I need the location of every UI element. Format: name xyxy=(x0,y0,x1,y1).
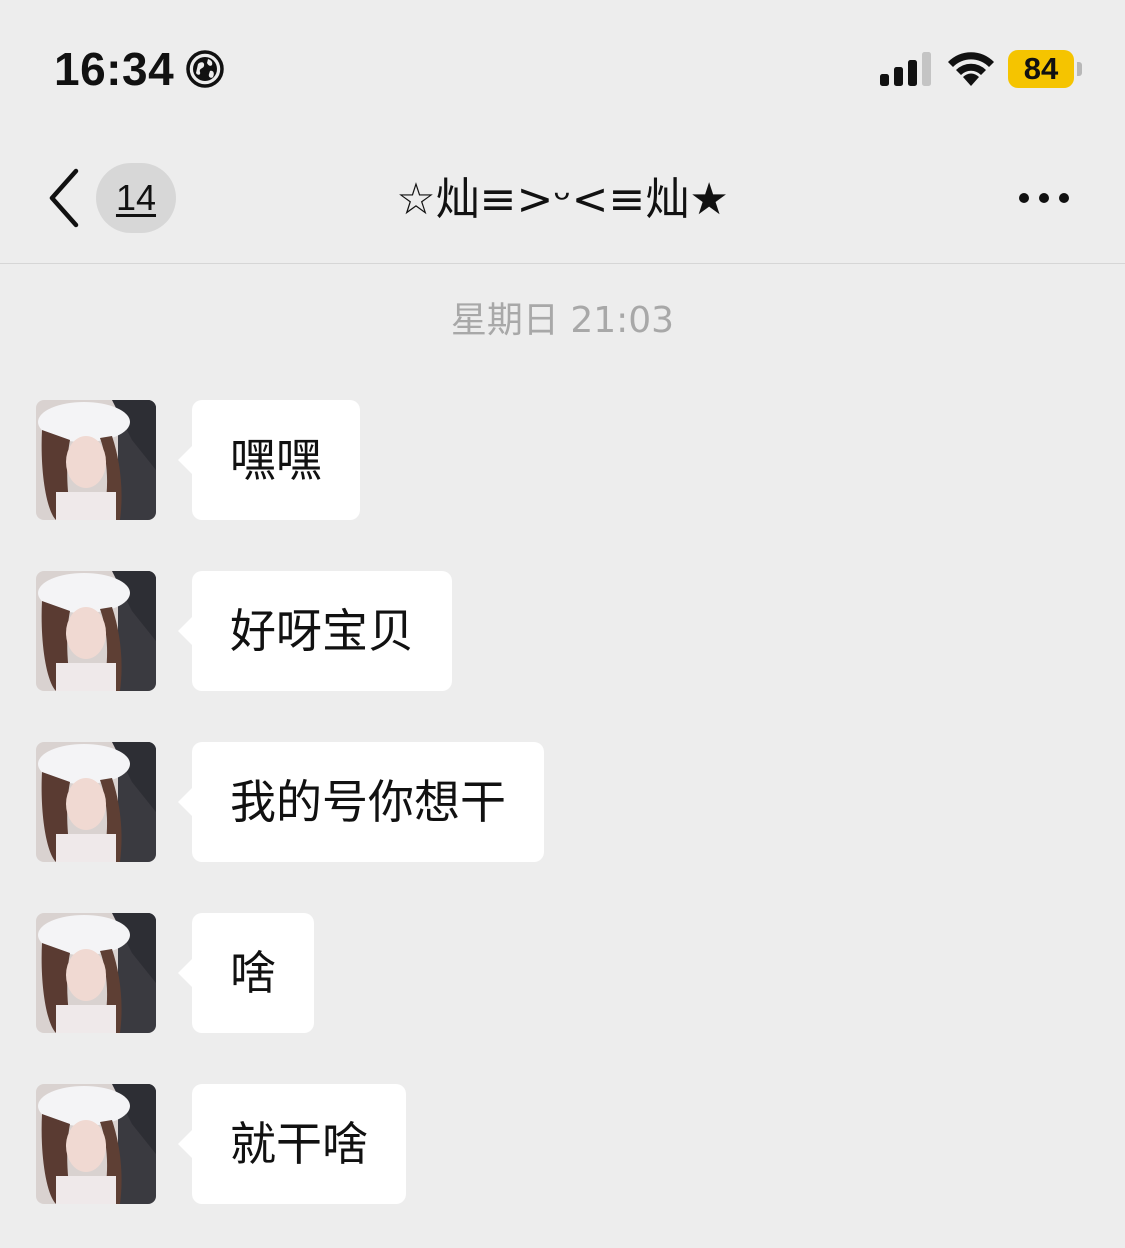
avatar-photo xyxy=(36,913,156,1033)
wifi-icon xyxy=(948,52,994,86)
avatar[interactable] xyxy=(36,913,156,1033)
avatar[interactable] xyxy=(36,571,156,691)
avatar-photo xyxy=(36,1084,156,1204)
message-timestamp: 星期日 21:03 xyxy=(450,300,675,341)
avatar[interactable] xyxy=(36,1084,156,1204)
avatar[interactable] xyxy=(36,400,156,520)
avatar-photo xyxy=(36,742,156,862)
message-bubble[interactable]: 我的号你想干 xyxy=(178,742,544,862)
message-bubble[interactable]: 就干啥 xyxy=(178,1084,406,1204)
message-bubble[interactable]: 嘿嘿 xyxy=(178,400,360,520)
globe-icon xyxy=(186,50,224,88)
more-dots-icon[interactable] xyxy=(1014,175,1074,221)
battery-level: 84 xyxy=(1023,51,1059,86)
message-bubble[interactable]: 啥 xyxy=(178,913,314,1033)
message-row: 好呀宝贝 xyxy=(36,571,1086,691)
message-row: 嘿嘿 xyxy=(36,400,1086,520)
avatar-photo xyxy=(36,400,156,520)
chevron-left-icon[interactable] xyxy=(40,165,90,231)
avatar[interactable] xyxy=(36,742,156,862)
message-row: 就干啥 xyxy=(36,1084,1086,1204)
battery-cap xyxy=(1077,62,1082,76)
chat-header: 14 ☆灿≡>ᵕ<≡灿★ xyxy=(0,135,1125,264)
avatar-photo xyxy=(36,571,156,691)
cellular-signal-icon xyxy=(880,52,931,86)
message-row: 我的号你想干 xyxy=(36,742,1086,862)
chat-title[interactable]: ☆灿≡>ᵕ<≡灿★ xyxy=(300,165,825,235)
message-row: 啥 xyxy=(36,913,1086,1033)
unread-count-badge[interactable]: 14 xyxy=(96,163,176,233)
status-bar: 16:34 84 xyxy=(0,0,1125,135)
status-time: 16:34 xyxy=(54,43,175,95)
battery-indicator: 84 xyxy=(1008,50,1084,88)
message-bubble[interactable]: 好呀宝贝 xyxy=(178,571,452,691)
